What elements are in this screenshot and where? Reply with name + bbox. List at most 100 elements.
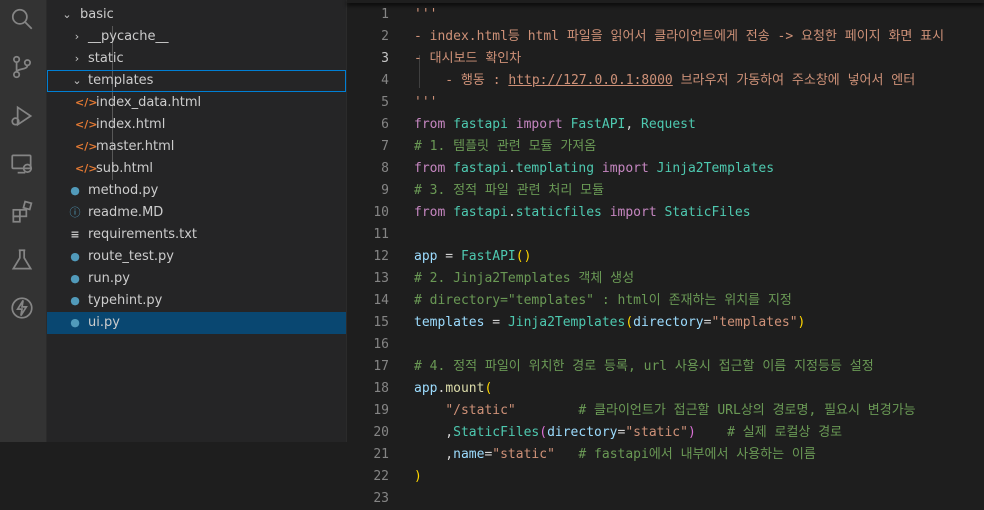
activity-bar: [0, 0, 47, 442]
testing-icon[interactable]: [8, 246, 36, 274]
code-line[interactable]: 4 - 행동 : http://127.0.0.1:8000 브라우저 가동하여…: [347, 70, 984, 92]
html-file-icon: </>: [75, 162, 98, 175]
line-number: 5: [381, 95, 389, 110]
code-line[interactable]: 20 ,StaticFiles(directory="static") # 실제…: [347, 422, 984, 444]
code-token: Jinja2Templates: [656, 161, 775, 176]
code-line[interactable]: 19 "/static" # 클라이언트가 접근할 URL상의 경로명, 필요시…: [347, 400, 984, 422]
code-token: ): [797, 315, 806, 330]
tree-folder-basic[interactable]: ⌄ basic: [47, 4, 346, 26]
code-line[interactable]: 11: [347, 224, 984, 246]
code-token: StaticFiles: [664, 205, 751, 220]
tree-file-ui-py[interactable]: ● ui.py: [47, 312, 346, 334]
code-line[interactable]: 18 app.mount(: [347, 378, 984, 400]
line-number: 13: [373, 271, 389, 286]
code-token: "templates": [711, 315, 798, 330]
code-line[interactable]: 14 # directory="templates" : html이 존재하는 위…: [347, 290, 984, 312]
code-line[interactable]: 1 ''': [347, 4, 984, 26]
tree-file-method-py[interactable]: ● method.py: [47, 180, 346, 202]
code-text: # 1. 템플릿 관련 모듈 가져옴: [414, 136, 596, 158]
code-token: # 4. 정적 파일이 위치한 경로 등록, url 사용시 접근할 이름 지정…: [414, 359, 874, 374]
code-line[interactable]: 16: [347, 334, 984, 356]
code-token: Jinja2Templates: [507, 315, 626, 330]
tree-file-readme[interactable]: ⓘ readme.MD: [47, 202, 346, 224]
line-number: 6: [381, 117, 389, 132]
thunder-client-icon[interactable]: [8, 294, 36, 322]
code-editor[interactable]: 1 ''' 2 - index.html등 html 파일을 읽어서 클라이언트에게 …: [347, 0, 984, 506]
code-token: # 3. 정적 파일 관련 처리 모듈: [414, 183, 605, 198]
search-icon[interactable]: [8, 5, 36, 33]
tree-item-label: route_test.py: [88, 249, 174, 264]
code-token: ,: [414, 425, 454, 440]
code-token: StaticFiles: [453, 425, 540, 440]
code-token: from: [414, 205, 446, 220]
line-number: 1: [381, 7, 389, 22]
code-text: ''': [414, 4, 437, 26]
code-line[interactable]: 6 from fastapi import FastAPI, Request: [347, 114, 984, 136]
code-line[interactable]: 3 - 대시보드 확인차: [347, 48, 984, 70]
code-line[interactable]: 12 app = FastAPI(): [347, 246, 984, 268]
line-number: 3: [381, 51, 389, 66]
code-line[interactable]: 8 from fastapi.templating import Jinja2Te…: [347, 158, 984, 180]
code-text: ''': [414, 92, 437, 114]
line-number: 7: [381, 139, 389, 154]
line-number: 15: [373, 315, 389, 330]
code-token: # directory="templates" : html이 존재하는 위치를…: [414, 293, 792, 308]
tree-file-index-data-html[interactable]: </> index_data.html: [47, 92, 346, 114]
code-token: from: [414, 161, 446, 176]
code-token: "static": [625, 425, 688, 440]
code-token: # 2. Jinja2Templates 객체 생성: [414, 271, 635, 286]
code-line[interactable]: 13 # 2. Jinja2Templates 객체 생성: [347, 268, 984, 290]
code-token[interactable]: http://127.0.0.1:8000: [508, 73, 672, 88]
tree-item-label: ui.py: [88, 315, 120, 330]
line-number: 14: [373, 293, 389, 308]
code-token: staticfiles: [515, 205, 602, 220]
tree-file-run-py[interactable]: ● run.py: [47, 268, 346, 290]
tree-file-sub-html[interactable]: </> sub.html: [47, 158, 346, 180]
tree-file-route-test-py[interactable]: ● route_test.py: [47, 246, 346, 268]
code-token: fastapi: [453, 205, 508, 220]
extensions-icon[interactable]: [8, 198, 36, 226]
code-line[interactable]: 23: [347, 488, 984, 510]
code-line[interactable]: 10 from fastapi.staticfiles import Static…: [347, 202, 984, 224]
line-number: 22: [373, 469, 389, 484]
code-line[interactable]: 21 ,name="static" # fastapi에서 내부에서 사용하는 …: [347, 444, 984, 466]
code-line[interactable]: 15 templates = Jinja2Templates(directory=…: [347, 312, 984, 334]
code-line[interactable]: 22): [347, 466, 984, 488]
scroll-shadow: [347, 0, 984, 3]
code-token: # 실제 로컬상 경로: [727, 425, 843, 440]
tree-folder-templates[interactable]: ⌄ templates: [47, 70, 346, 92]
code-token: import: [515, 117, 563, 132]
tree-item-label: index_data.html: [96, 95, 202, 110]
remote-explorer-icon[interactable]: [8, 150, 36, 178]
chevron-down-icon: ⌄: [62, 8, 72, 21]
tree-file-index-html[interactable]: </> index.html: [47, 114, 346, 136]
tree-file-requirements[interactable]: ≡ requirements.txt: [47, 224, 346, 246]
code-token: "static": [492, 447, 555, 462]
code-token: templating: [515, 161, 595, 176]
source-control-icon[interactable]: [8, 53, 36, 81]
tree-file-master-html[interactable]: </> master.html: [47, 136, 346, 158]
tree-folder-pycache[interactable]: › __pycache__: [47, 26, 346, 48]
code-line[interactable]: 2 - index.html등 html 파일을 읽어서 클라이언트에게 전송 -…: [347, 26, 984, 48]
code-line[interactable]: 7 # 1. 템플릿 관련 모듈 가져옴: [347, 136, 984, 158]
code-token: app: [414, 249, 438, 264]
code-token: Request: [641, 117, 696, 132]
code-token: # fastapi에서 내부에서 사용하는 이름: [578, 447, 816, 462]
code-text: - 대시보드 확인차: [414, 48, 521, 70]
code-text: # directory="templates" : html이 존재하는 위치를…: [414, 290, 792, 312]
code-token: name: [453, 447, 485, 462]
python-file-icon: ●: [70, 294, 80, 307]
tree-folder-static[interactable]: › static: [47, 48, 346, 70]
code-token: (: [539, 425, 548, 440]
code-line[interactable]: 9 # 3. 정적 파일 관련 처리 모듈: [347, 180, 984, 202]
code-text: from fastapi import FastAPI, Request: [414, 114, 696, 136]
code-line[interactable]: 5 ''': [347, 92, 984, 114]
code-line[interactable]: 17 # 4. 정적 파일이 위치한 경로 등록, url 사용시 접근할 이름 …: [347, 356, 984, 378]
tree-file-typehint-py[interactable]: ● typehint.py: [47, 290, 346, 312]
code-token: import: [609, 205, 657, 220]
run-debug-icon[interactable]: [8, 102, 36, 130]
